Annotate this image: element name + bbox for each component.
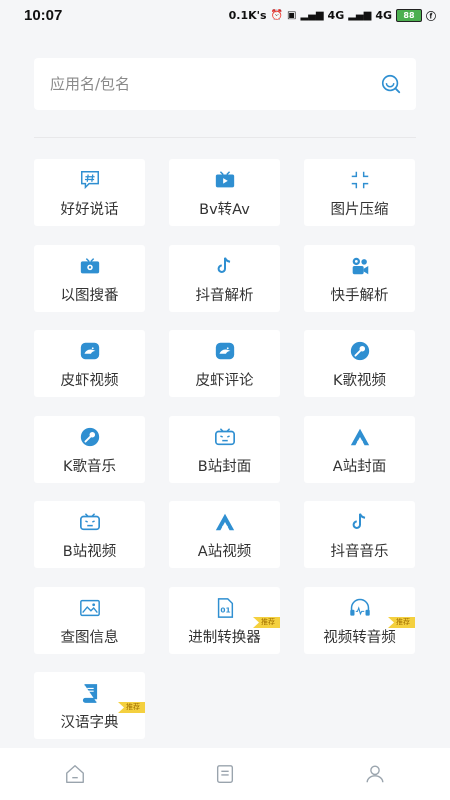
tool-tile-14[interactable]: A站视频 — [169, 501, 280, 568]
user-icon — [366, 765, 384, 783]
tool-label: A站封面 — [332, 459, 387, 475]
tool-tile-7[interactable]: 皮虾视频 — [34, 330, 145, 397]
pipixia-comment-icon — [214, 340, 236, 362]
tool-label: 以图搜番 — [60, 288, 119, 304]
recommend-badge: 推荐 — [118, 702, 145, 713]
status-bar: 10:07 0.1K's ⏰ ▣ ▂▄▆ 4G ▂▄▆ 4G 88 ⓕ — [0, 0, 450, 30]
battery-level: 88 — [403, 10, 415, 20]
tool-label: 查图信息 — [60, 630, 119, 646]
tool-label: Bv转Av — [199, 202, 250, 218]
tv-play-icon — [214, 169, 236, 191]
tool-tile-10[interactable]: K歌音乐 — [34, 416, 145, 483]
tool-tile-16[interactable]: 查图信息 — [34, 587, 145, 654]
nav-notes[interactable] — [205, 754, 245, 794]
nav-profile[interactable] — [355, 754, 395, 794]
tool-label: 图片压缩 — [330, 202, 389, 218]
tool-tile-11[interactable]: B站封面 — [169, 416, 280, 483]
tool-label: A站视频 — [197, 544, 252, 560]
charging-icon: ⓕ — [426, 11, 436, 23]
tool-label: K歌音乐 — [62, 459, 116, 475]
tool-tile-1[interactable]: 好好说话 — [34, 159, 145, 226]
battery-icon: 88 — [396, 8, 422, 22]
tool-tile-5[interactable]: 抖音解析 — [169, 245, 280, 312]
karaoke-music-icon — [79, 426, 101, 448]
notes-icon — [216, 765, 234, 783]
status-time: 10:07 — [24, 6, 63, 24]
acfun-video-icon — [214, 511, 236, 533]
tool-tile-13[interactable]: B站视频 — [34, 501, 145, 568]
pipixia-icon — [79, 340, 101, 362]
home-icon — [66, 765, 84, 783]
tiktok-note-icon — [214, 255, 236, 277]
dictionary-book-icon — [79, 682, 101, 704]
tool-tile-19[interactable]: 汉语字典 推荐 — [34, 672, 145, 739]
network-type-2: 4G — [375, 8, 392, 22]
tool-tile-6[interactable]: 快手解析 — [304, 245, 415, 312]
tool-tile-17[interactable]: 01 进制转换器 推荐 — [169, 587, 280, 654]
bilibili-video-icon — [79, 511, 101, 533]
search-input[interactable] — [48, 74, 380, 94]
hashtag-chat-icon — [79, 169, 101, 191]
bilibili-cover-icon — [214, 426, 236, 448]
signal-icon: ▂▄▆ — [300, 9, 324, 21]
volte-icon: ▣ — [287, 9, 297, 21]
kuaishou-camera-icon — [349, 255, 371, 277]
tool-tile-2[interactable]: Bv转Av — [169, 159, 280, 226]
tool-tile-18[interactable]: 视频转音频 推荐 — [304, 587, 415, 654]
image-info-icon — [79, 597, 101, 619]
tool-tile-3[interactable]: 图片压缩 — [304, 159, 415, 226]
tool-label: 皮虾视频 — [60, 373, 119, 389]
compress-icon — [349, 169, 371, 191]
bottom-nav — [0, 748, 450, 800]
recommend-badge: 推荐 — [253, 617, 280, 628]
tool-tile-15[interactable]: 抖音音乐 — [304, 501, 415, 568]
network-type-1: 4G — [327, 8, 345, 22]
binary-file-icon: 01 — [214, 597, 236, 619]
image-search-tv-icon — [79, 255, 101, 277]
network-speed: 0.1K's — [228, 8, 267, 22]
signal-icon-2: ▂▄▆ — [348, 9, 372, 21]
tool-label: B站封面 — [197, 459, 252, 475]
tiktok-music-icon — [349, 511, 371, 533]
tool-label: 抖音解析 — [195, 288, 254, 304]
acfun-cover-icon — [349, 426, 371, 448]
alarm-icon: ⏰ — [270, 9, 284, 21]
tool-label: 皮虾评论 — [195, 373, 254, 389]
svg-text:01: 01 — [220, 606, 230, 615]
tool-tile-9[interactable]: K歌视频 — [304, 330, 415, 397]
karaoke-mic-icon — [349, 340, 371, 362]
headphones-icon — [349, 597, 371, 619]
status-icons: 0.1K's ⏰ ▣ ▂▄▆ 4G ▂▄▆ 4G 88 ⓕ — [229, 8, 436, 23]
tool-tile-4[interactable]: 以图搜番 — [34, 245, 145, 312]
nav-home[interactable] — [55, 754, 95, 794]
tool-label: 好好说话 — [60, 202, 119, 218]
tool-label: B站视频 — [62, 544, 117, 560]
search-bar[interactable] — [34, 58, 416, 110]
tool-label: 视频转音频 — [323, 630, 396, 646]
search-icon[interactable] — [380, 73, 402, 95]
tool-label: 快手解析 — [330, 288, 389, 304]
tool-tile-8[interactable]: 皮虾评论 — [169, 330, 280, 397]
tool-label: 抖音音乐 — [330, 544, 389, 560]
tool-label: K歌视频 — [332, 373, 386, 389]
tool-label: 汉语字典 — [60, 715, 119, 731]
recommend-badge: 推荐 — [388, 617, 415, 628]
tool-tile-12[interactable]: A站封面 — [304, 416, 415, 483]
divider — [34, 137, 416, 138]
tool-label: 进制转换器 — [188, 630, 261, 646]
